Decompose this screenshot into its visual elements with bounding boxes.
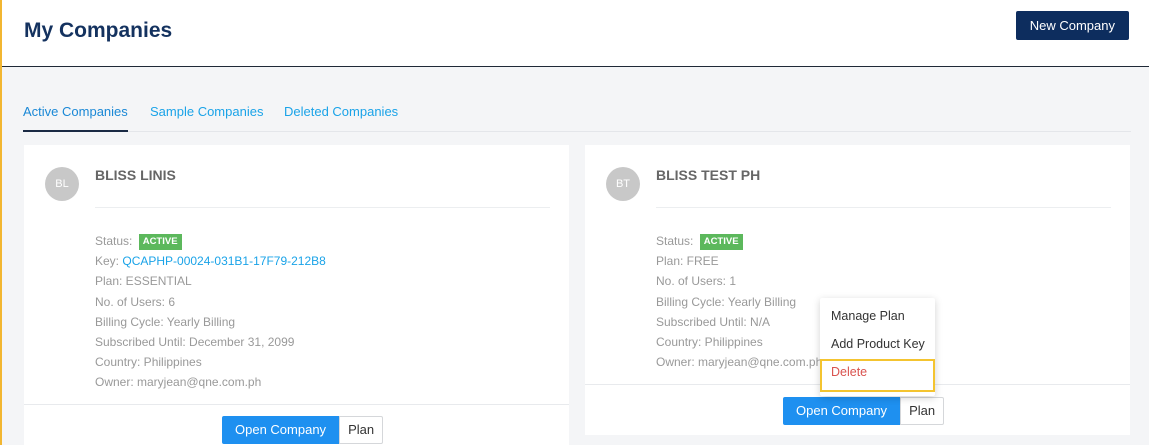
status-badge: ACTIVE	[138, 233, 182, 250]
menu-item-add-product-key[interactable]: Add Product Key	[831, 337, 925, 351]
plan-dropdown-menu: Manage Plan Add Product Key Delete	[820, 298, 935, 396]
status-row: Status: ACTIVE	[656, 231, 822, 251]
menu-item-delete[interactable]: Delete	[831, 365, 867, 379]
subscribed-row: Subscribed Until: December 31, 2099	[95, 334, 295, 349]
users-row: No. of Users: 1	[656, 274, 737, 289]
country-row: Country: Philippines	[656, 334, 763, 349]
divider	[24, 404, 569, 405]
menu-item-manage-plan[interactable]: Manage Plan	[831, 309, 905, 323]
key-row: Key: QCAPHP-00024-031B1-17F79-212B8	[95, 251, 326, 271]
owner-row: Owner: maryjean@qne.com.ph	[656, 355, 823, 370]
plan-row: Plan: FREE	[656, 254, 719, 269]
status-row: Status: ACTIVE	[95, 231, 326, 251]
product-key-link[interactable]: QCAPHP-00024-031B1-17F79-212B8	[122, 254, 325, 268]
plan-button[interactable]: Plan	[900, 397, 945, 425]
new-company-button[interactable]: New Company	[1015, 11, 1129, 40]
plan-row: Plan: ESSENTIAL	[95, 274, 192, 289]
users-row: No. of Users: 6	[95, 294, 176, 309]
divider	[656, 207, 1111, 208]
company-details: Status: ACTIVE Key: QCAPHP-00024-031B1-1…	[95, 231, 326, 393]
company-tabs: Active Companies Sample Companies Delete…	[23, 101, 1131, 132]
billing-row: Billing Cycle: Yearly Billing	[95, 314, 236, 329]
card-actions: Open Company Plan	[222, 416, 384, 444]
page-title: My Companies	[24, 19, 173, 42]
country-row: Country: Philippines	[95, 355, 202, 370]
company-avatar: BL	[45, 167, 79, 201]
billing-row: Billing Cycle: Yearly Billing	[656, 294, 797, 309]
status-label: Status:	[656, 234, 694, 248]
key-label: Key:	[95, 254, 120, 269]
company-name: BLISS LINIS	[95, 167, 176, 183]
main-content: Active Companies Sample Companies Delete…	[2, 67, 1149, 445]
tab-sample-companies[interactable]: Sample Companies	[150, 104, 263, 130]
status-badge: ACTIVE	[699, 233, 743, 250]
tab-active-companies[interactable]: Active Companies	[23, 104, 128, 132]
company-details: Status: ACTIVE Plan: FREE No. of Users: …	[656, 231, 822, 372]
status-label: Status:	[95, 234, 133, 248]
open-company-button[interactable]: Open Company	[222, 416, 340, 444]
company-name: BLISS TEST PH	[656, 167, 761, 183]
company-avatar: BT	[606, 167, 640, 201]
open-company-button[interactable]: Open Company	[783, 397, 901, 425]
tab-deleted-companies[interactable]: Deleted Companies	[284, 104, 398, 130]
card-actions: Open Company Plan	[783, 397, 945, 425]
page-header: My Companies New Company	[2, 0, 1149, 67]
subscribed-row: Subscribed Until: N/A	[656, 314, 771, 329]
owner-row: Owner: maryjean@qne.com.ph	[95, 375, 262, 390]
company-card: BL BLISS LINIS Status: ACTIVE Key: QCAPH…	[24, 145, 569, 445]
divider	[95, 207, 550, 208]
plan-button[interactable]: Plan	[339, 416, 384, 444]
